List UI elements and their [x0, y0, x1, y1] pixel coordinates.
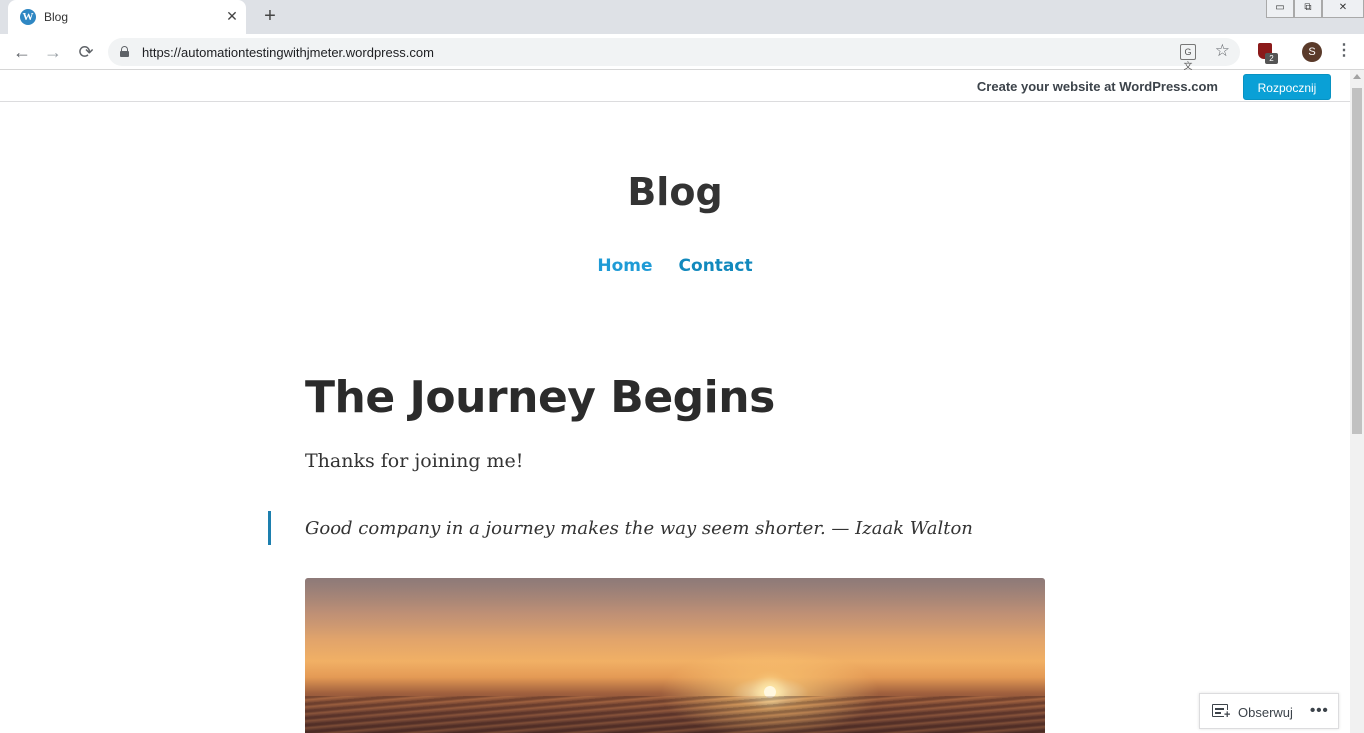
- follow-button[interactable]: Obserwuj: [1238, 705, 1293, 720]
- image-clouds: [305, 578, 1045, 638]
- start-button[interactable]: Rozpocznij: [1243, 74, 1331, 100]
- site-navigation: Home Contact: [0, 256, 1350, 276]
- restore-button[interactable]: ⧉: [1294, 0, 1322, 18]
- url-text[interactable]: https://automationtestingwithjmeter.word…: [142, 45, 434, 60]
- more-options-icon[interactable]: •••: [1310, 702, 1329, 719]
- lock-icon[interactable]: [120, 46, 129, 57]
- post-title: The Journey Begins: [305, 372, 775, 423]
- browser-menu-icon[interactable]: ⋮: [1336, 40, 1352, 64]
- wordpress-icon: W: [20, 9, 36, 25]
- tab-title: Blog: [44, 10, 69, 24]
- minimize-button[interactable]: ▭: [1266, 0, 1294, 18]
- address-bar[interactable]: https://automationtestingwithjmeter.word…: [108, 38, 1240, 71]
- blockquote-text: Good company in a journey makes the way …: [305, 518, 973, 539]
- translate-icon[interactable]: G文: [1180, 44, 1196, 71]
- browser-tab-strip: W Blog ✕ + ▭ ⧉ ✕: [0, 0, 1364, 34]
- back-button[interactable]: ←: [10, 40, 34, 64]
- forward-button[interactable]: →: [41, 40, 65, 64]
- site-title[interactable]: Blog: [0, 170, 1350, 214]
- scroll-up-arrow-icon[interactable]: [1353, 74, 1361, 79]
- wordpress-promo-bar: Create your website at WordPress.com Roz…: [0, 70, 1350, 102]
- new-tab-button[interactable]: +: [260, 5, 280, 27]
- page-viewport: Create your website at WordPress.com Roz…: [0, 70, 1350, 733]
- scrollbar-thumb[interactable]: [1352, 88, 1362, 434]
- bookmark-star-icon[interactable]: ☆: [1215, 41, 1230, 61]
- follow-reader-icon[interactable]: +: [1212, 704, 1231, 721]
- post-intro: Thanks for joining me!: [305, 450, 524, 472]
- nav-home[interactable]: Home: [597, 256, 652, 276]
- window-close-button[interactable]: ✕: [1322, 0, 1364, 18]
- nav-contact[interactable]: Contact: [679, 256, 753, 276]
- profile-avatar[interactable]: S: [1302, 42, 1322, 62]
- image-waves: [305, 696, 1045, 733]
- browser-tab[interactable]: W Blog ✕: [8, 0, 246, 34]
- extension-badge: 2: [1265, 53, 1278, 64]
- reload-button[interactable]: ⟳: [74, 40, 98, 64]
- blockquote-border: [268, 511, 271, 545]
- promo-link[interactable]: Create your website at WordPress.com: [977, 79, 1218, 94]
- browser-toolbar: ← → ⟳ https://automationtestingwithjmete…: [0, 34, 1364, 71]
- close-tab-icon[interactable]: ✕: [224, 8, 240, 24]
- page-scrollbar[interactable]: [1350, 70, 1364, 733]
- sunset-image: [305, 578, 1045, 733]
- follow-widget: + Obserwuj •••: [1199, 693, 1339, 729]
- window-controls: ▭ ⧉ ✕: [1266, 0, 1364, 18]
